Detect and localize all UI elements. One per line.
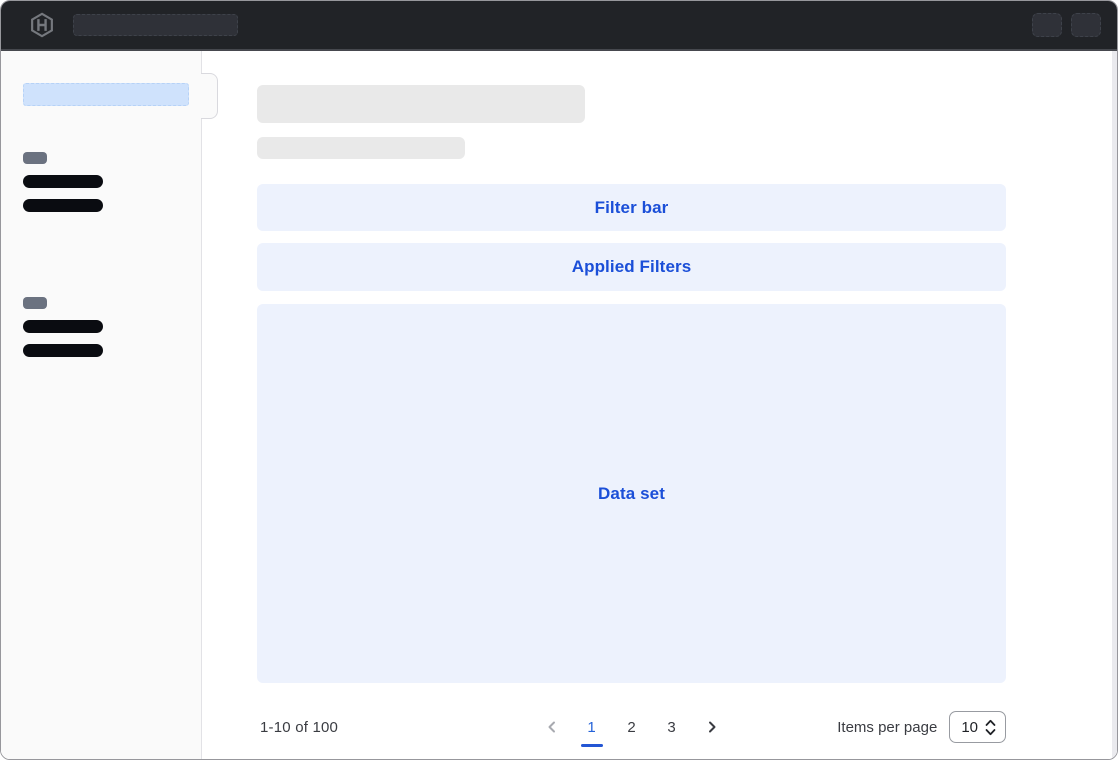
sidebar-section-label-placeholder-1 (23, 152, 47, 164)
pagination-prev-button[interactable] (540, 713, 564, 741)
sidebar-nav-item-placeholder-3[interactable] (23, 320, 103, 333)
pagination-bar: 1-10 of 100 1 2 3 (257, 709, 1006, 745)
hashicorp-logo-icon (29, 12, 55, 38)
sidebar-nav-item-placeholder-4[interactable] (23, 344, 103, 357)
items-per-page-control: Items per page 10 (837, 711, 1006, 743)
sidebar-section-label-placeholder-2 (23, 297, 47, 309)
main-content: Filter bar Applied Filters Data set 1-10… (202, 51, 1117, 759)
applied-filters-label: Applied Filters (572, 257, 692, 277)
filter-bar-label: Filter bar (595, 198, 669, 218)
pagination-range-text: 1-10 of 100 (257, 719, 338, 736)
caret-up-down-icon (985, 719, 996, 736)
sidebar-nav-item-placeholder-1[interactable] (23, 175, 103, 188)
data-set-region: Data set (257, 304, 1006, 683)
navbar-search-placeholder[interactable] (73, 14, 238, 36)
sidebar-collapse-handle[interactable] (201, 73, 218, 119)
items-per-page-select[interactable]: 10 (949, 711, 1006, 743)
pagination-page-3-button[interactable]: 3 (660, 713, 684, 741)
applied-filters-region: Applied Filters (257, 243, 1006, 291)
items-per-page-value: 10 (961, 719, 978, 736)
pagination-next-button[interactable] (700, 713, 724, 741)
pagination-page-2-button[interactable]: 2 (620, 713, 644, 741)
pagination-pager: 1 2 3 (540, 713, 724, 741)
sidebar-active-item-placeholder[interactable] (23, 83, 189, 106)
top-navbar (1, 1, 1117, 51)
navbar-action-placeholder-1[interactable] (1032, 13, 1062, 37)
app-body: Filter bar Applied Filters Data set 1-10… (1, 51, 1117, 759)
page-title-placeholder (257, 85, 585, 123)
sidebar (1, 51, 202, 759)
page-subtitle-placeholder (257, 137, 465, 159)
navbar-action-placeholder-2[interactable] (1071, 13, 1101, 37)
sidebar-nav-item-placeholder-2[interactable] (23, 199, 103, 212)
app-window: Filter bar Applied Filters Data set 1-10… (0, 0, 1118, 760)
data-set-label: Data set (598, 484, 665, 504)
items-per-page-label: Items per page (837, 719, 937, 736)
filter-bar-region: Filter bar (257, 184, 1006, 231)
scrollbar-track[interactable] (1112, 51, 1117, 759)
pagination-page-1-button[interactable]: 1 (580, 713, 604, 741)
navbar-actions (1032, 13, 1101, 37)
